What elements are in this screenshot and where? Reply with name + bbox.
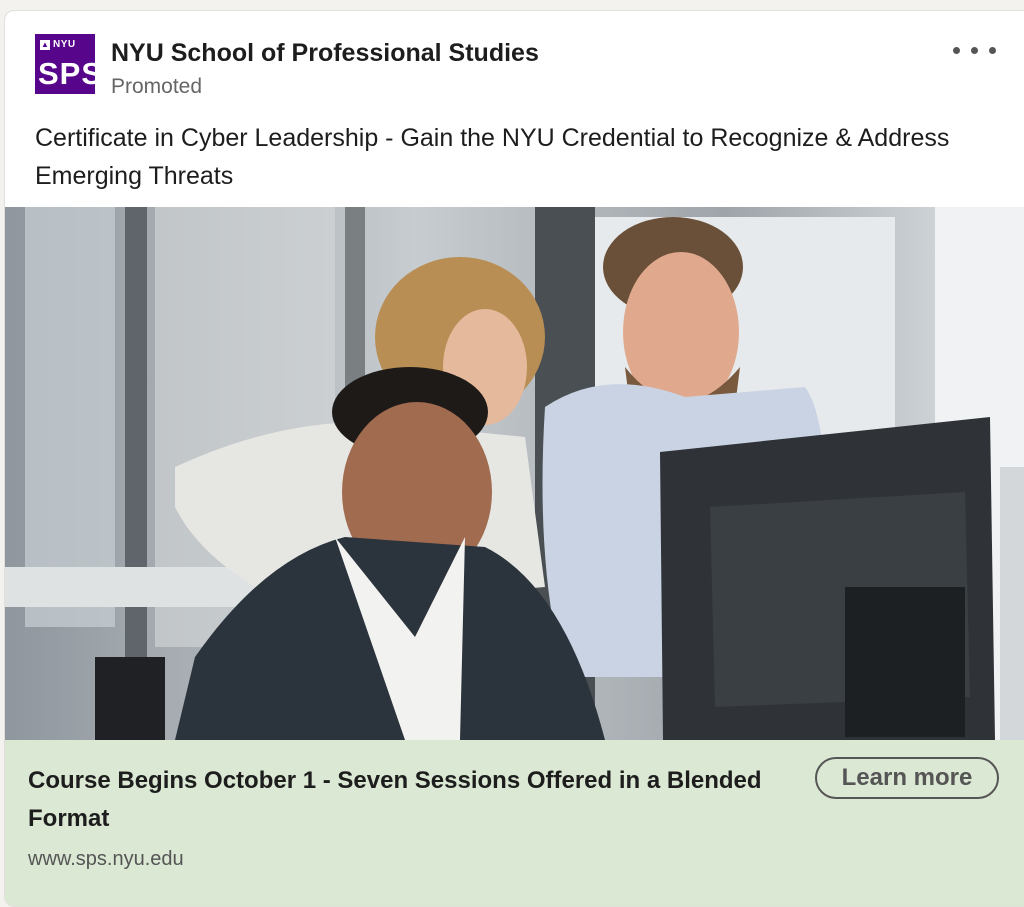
cta-url: www.sps.nyu.edu — [28, 848, 184, 870]
cta-title[interactable]: Course Begins October 1 - Seven Sessions… — [28, 762, 768, 838]
cta-bar[interactable]: Course Begins October 1 - Seven Sessions… — [5, 740, 1024, 906]
ad-photo-illustration — [5, 207, 1024, 740]
sponsored-post-card: ▲ NYU SPS NYU School of Professional Stu… — [4, 10, 1024, 907]
logo-top-text: NYU — [53, 39, 76, 50]
ad-image[interactable] — [5, 207, 1024, 740]
logo-main-text: SPS — [38, 56, 104, 91]
more-options-button[interactable] — [951, 37, 1001, 63]
advertiser-logo[interactable]: ▲ NYU SPS — [35, 34, 102, 94]
more-horizontal-icon — [971, 47, 978, 54]
torch-icon: ▲ — [40, 40, 50, 50]
promoted-label: Promoted — [111, 75, 203, 98]
advertiser-name[interactable]: NYU School of Professional Studies — [111, 39, 539, 68]
more-horizontal-icon — [953, 47, 960, 54]
learn-more-button[interactable]: Learn more — [815, 757, 999, 799]
more-horizontal-icon — [989, 47, 996, 54]
post-headline: Certificate in Cyber Leadership - Gain t… — [35, 124, 950, 190]
